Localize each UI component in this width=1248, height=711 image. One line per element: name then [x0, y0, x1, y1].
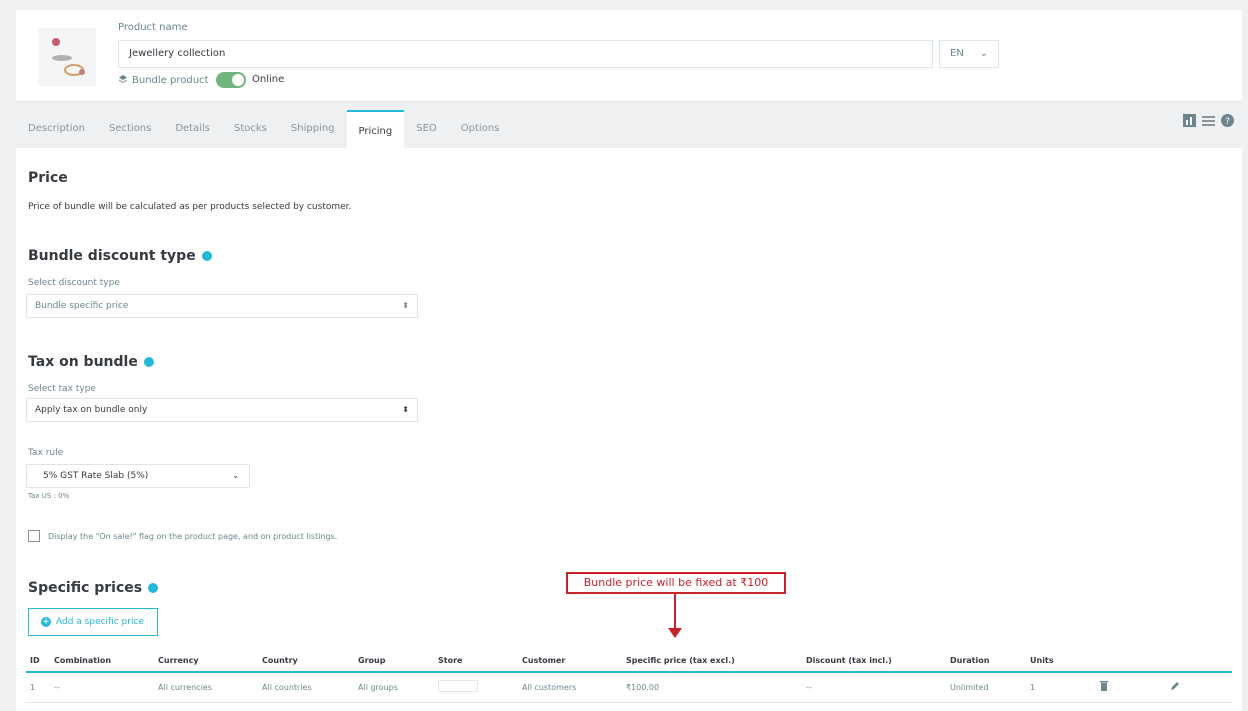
edit-pencil-icon[interactable]: [1170, 681, 1180, 691]
column-header: [1096, 650, 1166, 673]
online-toggle[interactable]: [216, 72, 246, 88]
on-sale-checkbox[interactable]: [28, 530, 40, 542]
cell-group: All groups: [354, 672, 434, 703]
tab-sections[interactable]: Sections: [97, 110, 163, 148]
specific-prices-table: ID Combination Currency Country Group St…: [26, 650, 1232, 703]
online-status: Online: [252, 74, 285, 85]
tab-seo[interactable]: SEO: [404, 110, 449, 148]
cell-store: [434, 672, 518, 703]
tax-type-select[interactable]: Apply tax on bundle only ⬍: [26, 398, 418, 422]
tax-type-label: Select tax type: [28, 384, 96, 394]
discount-type-value: Bundle specific price: [35, 301, 129, 311]
column-header: Specific price (tax excl.): [622, 650, 802, 673]
help-icon[interactable]: [148, 583, 159, 593]
language-value: EN: [950, 48, 964, 59]
cell-currency: All currencies: [154, 672, 258, 703]
svg-text:?: ?: [1225, 117, 1230, 127]
add-specific-price-label: Add a specific price: [56, 617, 144, 627]
cell-discount: --: [802, 672, 946, 703]
tab-pricing[interactable]: Pricing: [346, 110, 405, 148]
tax-note: Tax US : 0%: [28, 492, 70, 500]
layers-icon: [118, 74, 128, 87]
column-header: Discount (tax incl.): [802, 650, 946, 673]
annotation-arrowhead: [668, 628, 682, 638]
column-header: Units: [1026, 650, 1096, 673]
help-icon[interactable]: [143, 357, 154, 367]
price-note: Price of bundle will be calculated as pe…: [28, 202, 352, 212]
cell-specific-price: ₹100.00: [622, 672, 802, 703]
column-header: Duration: [946, 650, 1026, 673]
plus-circle-icon: +: [41, 617, 51, 627]
column-header: ID: [26, 650, 50, 673]
cell-customer: All customers: [518, 672, 622, 703]
tab-shipping[interactable]: Shipping: [279, 110, 347, 148]
table-row: 1 -- All currencies All countries All gr…: [26, 672, 1232, 703]
top-right-icons: ?: [1183, 114, 1234, 127]
chevron-down-icon: ⌄: [979, 48, 988, 59]
column-header: Country: [258, 650, 354, 673]
tab-stocks[interactable]: Stocks: [222, 110, 279, 148]
on-sale-label: Display the "On sale!" flag on the produ…: [48, 532, 338, 541]
select-arrow-icon: ⬍: [402, 301, 409, 310]
annotation-callout: Bundle price will be fixed at ₹100: [566, 572, 786, 594]
pricing-panel: Price Price of bundle will be calculated…: [16, 148, 1242, 711]
help-icon[interactable]: ?: [1221, 114, 1234, 127]
product-type-label: Bundle product: [132, 75, 209, 86]
select-arrow-icon: ⬍: [402, 405, 409, 414]
product-header: Product name Jewellery collection EN ⌄ B…: [16, 10, 1242, 102]
tax-rule-value: 5% GST Rate Slab (5%): [43, 471, 149, 481]
tax-heading: Tax on bundle: [28, 354, 154, 370]
discount-type-select[interactable]: Bundle specific price ⬍: [26, 294, 418, 318]
column-header: Store: [434, 650, 518, 673]
product-type: Bundle product: [118, 74, 208, 87]
list-icon[interactable]: [1202, 114, 1215, 127]
tab-details[interactable]: Details: [163, 110, 222, 148]
cell-country: All countries: [258, 672, 354, 703]
cell-units: 1: [1026, 672, 1096, 703]
cell-duration: Unlimited: [946, 672, 1026, 703]
column-header: Group: [354, 650, 434, 673]
tax-type-value: Apply tax on bundle only: [35, 405, 148, 415]
language-select[interactable]: EN ⌄: [939, 40, 999, 68]
discount-label: Select discount type: [28, 278, 120, 288]
product-thumbnail[interactable]: [38, 28, 96, 86]
toggle-knob: [232, 74, 244, 86]
product-name-input[interactable]: Jewellery collection: [118, 40, 933, 68]
price-heading: Price: [28, 170, 68, 186]
help-icon[interactable]: [201, 251, 212, 261]
cell-combination: --: [50, 672, 154, 703]
column-header: Customer: [518, 650, 622, 673]
tax-rule-label: Tax rule: [28, 448, 64, 458]
add-specific-price-button[interactable]: + Add a specific price: [28, 608, 158, 636]
discount-heading: Bundle discount type: [28, 248, 212, 264]
annotation-arrow: [674, 594, 676, 630]
trash-icon[interactable]: [1100, 681, 1108, 692]
cell-id: 1: [26, 672, 50, 703]
specific-prices-heading: Specific prices: [28, 580, 159, 596]
column-header: Combination: [50, 650, 154, 673]
table-header-row: ID Combination Currency Country Group St…: [26, 650, 1232, 673]
tax-rule-select[interactable]: 5% GST Rate Slab (5%) ⌄: [26, 464, 250, 488]
chevron-down-icon: ⌄: [232, 471, 239, 480]
tab-description[interactable]: Description: [16, 110, 97, 148]
column-header: [1166, 650, 1232, 673]
product-tabs: Description Sections Details Stocks Ship…: [16, 110, 511, 148]
cell-edit: [1166, 672, 1232, 703]
tab-options[interactable]: Options: [449, 110, 512, 148]
column-header: Currency: [154, 650, 258, 673]
product-name-label: Product name: [118, 22, 188, 33]
chart-icon[interactable]: [1183, 114, 1196, 127]
cell-delete: [1096, 672, 1166, 703]
store-value: [438, 680, 478, 693]
